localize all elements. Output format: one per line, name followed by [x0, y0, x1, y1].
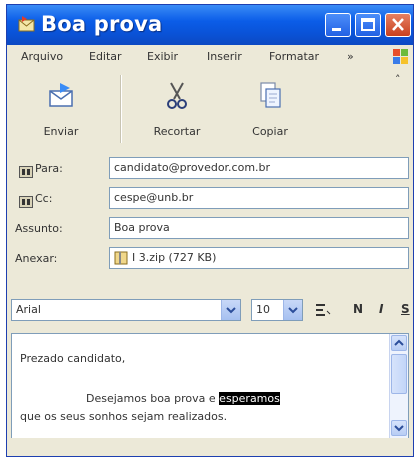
attachment-name[interactable]: I 3.zip (727 KB)	[132, 251, 216, 264]
scissors-icon	[167, 82, 187, 109]
attach-row: Anexar: I 3.zip (727 KB)	[11, 245, 409, 273]
toolbar: ˄ Enviar Recortar Copiar	[7, 69, 413, 155]
bold-button[interactable]: N	[353, 302, 363, 316]
message-header: Para: candidato@provedor.com.br Cc: cesp…	[11, 155, 409, 289]
close-icon	[392, 18, 404, 31]
menu-overflow[interactable]: »	[347, 50, 354, 63]
selected-text[interactable]: esperamos	[219, 392, 280, 405]
minimize-icon	[332, 28, 341, 31]
attach-label: Anexar:	[15, 252, 58, 265]
body-greeting: Prezado candidato,	[20, 352, 126, 365]
copy-icon	[260, 82, 281, 108]
formatting-toolbar: Arial 10 N I S	[11, 295, 413, 325]
cc-field[interactable]: cespe@unb.br	[109, 187, 409, 209]
chevron-up-icon	[394, 339, 404, 346]
chevron-down-icon[interactable]	[283, 300, 302, 320]
cut-label: Recortar	[153, 125, 201, 138]
send-button[interactable]: Enviar	[21, 75, 101, 145]
menu-editar[interactable]: Editar	[89, 50, 122, 63]
menu-arquivo[interactable]: Arquivo	[21, 50, 63, 63]
cc-label[interactable]: Cc:	[35, 192, 52, 205]
menu-exibir[interactable]: Exibir	[147, 50, 178, 63]
font-select[interactable]: Arial	[11, 299, 241, 321]
copy-label: Copiar	[252, 125, 288, 138]
chevron-down-icon[interactable]	[221, 300, 240, 320]
font-size-select[interactable]: 10	[251, 299, 303, 321]
chevron-down-icon	[394, 425, 404, 432]
envelope-icon	[17, 15, 37, 33]
email-compose-window: Boa prova Arquivo Editar Exibir Inserir …	[6, 4, 414, 457]
windows-logo-icon	[391, 47, 411, 70]
italic-button[interactable]: I	[379, 302, 383, 316]
subject-field[interactable]: Boa prova	[109, 217, 409, 239]
body-line-3: que os seus sonhos sejam realizados.	[20, 410, 228, 423]
minimize-button[interactable]	[325, 13, 351, 37]
send-icon	[49, 83, 73, 107]
cc-row: Cc: cespe@unb.br	[11, 185, 409, 213]
menu-bar: Arquivo Editar Exibir Inserir Formatar »	[7, 45, 413, 69]
maximize-button[interactable]	[355, 13, 381, 37]
address-book-icon[interactable]	[19, 193, 33, 208]
subject-row: Assunto: Boa prova	[11, 215, 409, 243]
subject-label: Assunto:	[15, 222, 63, 235]
copy-button[interactable]: Copiar	[235, 75, 305, 145]
to-row: Para: candidato@provedor.com.br	[11, 155, 409, 183]
scroll-thumb[interactable]	[391, 354, 407, 394]
status-bar	[7, 438, 413, 456]
body-text: Desejamos boa prova e	[86, 392, 220, 405]
menu-formatar[interactable]: Formatar	[269, 50, 319, 63]
font-color-icon[interactable]	[313, 301, 331, 323]
menu-inserir[interactable]: Inserir	[207, 50, 242, 63]
to-label[interactable]: Para:	[35, 162, 63, 175]
font-value: Arial	[16, 303, 41, 316]
font-size-value: 10	[256, 303, 270, 316]
maximize-icon	[361, 18, 375, 31]
attach-field[interactable]: I 3.zip (727 KB)	[109, 247, 409, 269]
scroll-up-button[interactable]	[391, 335, 407, 351]
zip-file-icon	[114, 251, 128, 265]
body-line-2: Desejamos boa prova e esperamos	[86, 392, 280, 405]
send-label: Enviar	[43, 125, 79, 138]
cut-button[interactable]: Recortar	[137, 75, 217, 145]
vertical-scrollbar[interactable]	[389, 334, 408, 438]
toolbar-separator	[120, 75, 122, 143]
underline-button[interactable]: S	[401, 302, 410, 316]
scroll-down-button[interactable]	[391, 420, 407, 436]
address-book-icon[interactable]	[19, 163, 33, 178]
window-title: Boa prova	[41, 12, 163, 36]
close-button[interactable]	[385, 13, 411, 37]
to-field[interactable]: candidato@provedor.com.br	[109, 157, 409, 179]
toolbar-chevron-icon[interactable]: ˄	[395, 73, 401, 86]
title-bar[interactable]: Boa prova	[7, 5, 413, 45]
message-body[interactable]: Prezado candidato, Desejamos boa prova e…	[11, 333, 409, 439]
